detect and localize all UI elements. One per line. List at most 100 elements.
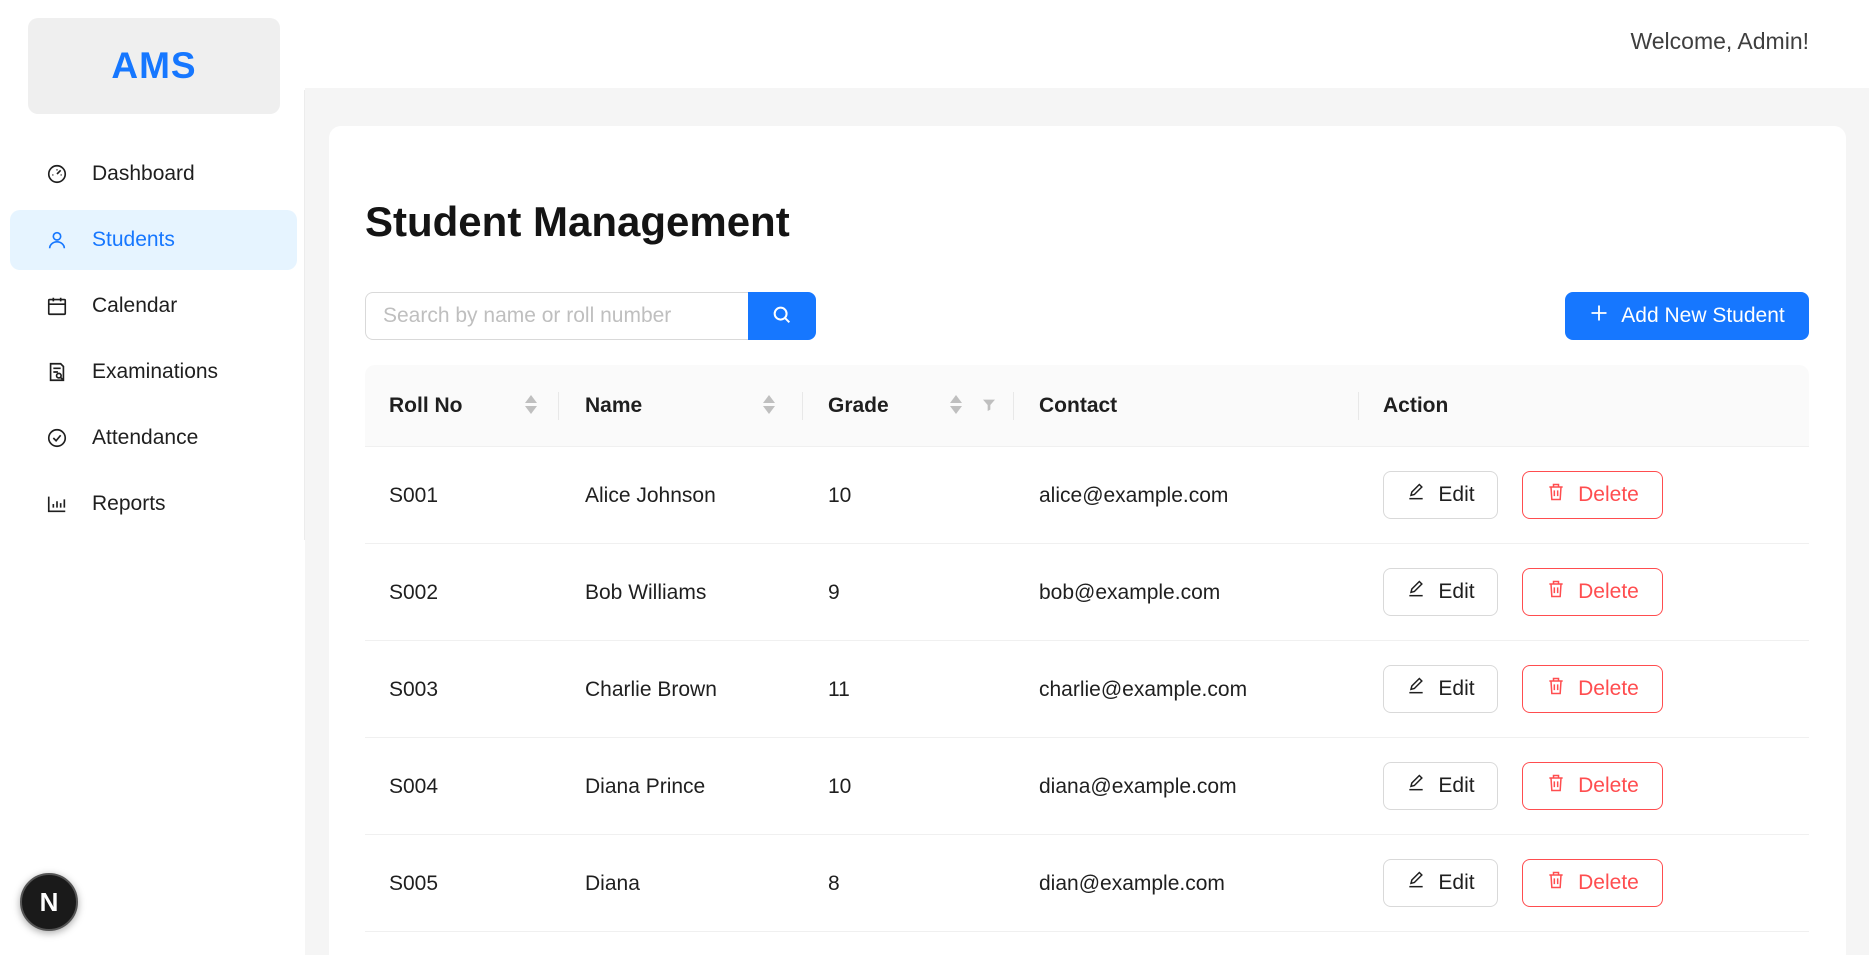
cell-contact: diana@example.com xyxy=(1039,774,1237,798)
sidebar-item-label: Reports xyxy=(92,492,166,515)
table-body: S001 Alice Johnson 10 alice@example.com … xyxy=(365,447,1809,932)
edit-label: Edit xyxy=(1438,871,1475,894)
table-header: Roll No Name Grade Contact Action xyxy=(365,365,1809,447)
cell-name: Diana Prince xyxy=(585,774,706,798)
cell-name: Diana xyxy=(585,871,640,895)
sort-roll-no-icon[interactable] xyxy=(525,395,537,414)
cell-roll-no: S003 xyxy=(389,677,439,701)
edit-pencil-icon xyxy=(1406,870,1426,896)
search-bar xyxy=(365,292,816,340)
sidebar-item-attendance[interactable]: Attendance xyxy=(10,408,297,468)
column-header-grade[interactable]: Grade xyxy=(828,365,889,447)
delete-label: Delete xyxy=(1578,677,1639,700)
search-input[interactable] xyxy=(365,292,748,340)
sidebar-item-label: Attendance xyxy=(92,426,199,449)
cell-roll-no: S001 xyxy=(389,483,439,507)
delete-label: Delete xyxy=(1578,580,1639,603)
column-header-label: Grade xyxy=(828,394,889,417)
cell-grade: 10 xyxy=(828,483,852,507)
delete-label: Delete xyxy=(1578,774,1639,797)
table-row: S002 Bob Williams 9 bob@example.com Edit… xyxy=(365,544,1809,641)
trash-icon xyxy=(1546,773,1566,799)
search-button[interactable] xyxy=(748,292,816,340)
plus-icon xyxy=(1589,303,1609,329)
column-separator xyxy=(558,392,559,420)
column-header-action: Action xyxy=(1383,365,1448,447)
sidebar-item-reports[interactable]: Reports xyxy=(10,474,297,534)
edit-pencil-icon xyxy=(1406,579,1426,605)
sidebar-item-calendar[interactable]: Calendar xyxy=(10,276,297,336)
delete-button[interactable]: Delete xyxy=(1522,665,1663,713)
cell-contact: alice@example.com xyxy=(1039,483,1229,507)
delete-button[interactable]: Delete xyxy=(1522,859,1663,907)
cell-roll-no: S002 xyxy=(389,580,439,604)
sidebar-item-label: Dashboard xyxy=(92,162,195,185)
delete-button[interactable]: Delete xyxy=(1522,471,1663,519)
table-row: S005 Diana 8 dian@example.com Edit Delet… xyxy=(365,835,1809,932)
trash-icon xyxy=(1546,482,1566,508)
filter-icon[interactable] xyxy=(981,397,997,418)
n-badge-label: N xyxy=(39,886,59,917)
trash-icon xyxy=(1546,870,1566,896)
edit-pencil-icon xyxy=(1406,482,1426,508)
edit-label: Edit xyxy=(1438,774,1475,797)
column-header-label: Contact xyxy=(1039,394,1118,417)
sidebar-item-label: Students xyxy=(92,228,175,251)
cell-name: Bob Williams xyxy=(585,580,707,604)
edit-pencil-icon xyxy=(1406,773,1426,799)
edit-button[interactable]: Edit xyxy=(1383,471,1498,519)
sort-grade-icon[interactable] xyxy=(950,395,962,414)
cell-roll-no: S005 xyxy=(389,871,439,895)
column-header-name[interactable]: Name xyxy=(585,365,642,447)
column-separator xyxy=(802,392,803,420)
sidebar: AMS Dashboard Students Calendar Examinat… xyxy=(0,0,305,955)
user-icon xyxy=(46,229,68,251)
sidebar-item-label: Examinations xyxy=(92,360,219,383)
delete-label: Delete xyxy=(1578,483,1639,506)
column-header-roll-no[interactable]: Roll No xyxy=(389,365,463,447)
file-search-icon xyxy=(46,361,68,383)
edit-label: Edit xyxy=(1438,483,1475,506)
welcome-text: Welcome, Admin! xyxy=(1630,28,1809,54)
column-header-label: Name xyxy=(585,394,643,417)
delete-button[interactable]: Delete xyxy=(1522,762,1663,810)
column-header-label: Action xyxy=(1383,394,1449,417)
table-row: S003 Charlie Brown 11 charlie@example.co… xyxy=(365,641,1809,738)
cell-grade: 8 xyxy=(828,871,840,895)
edit-button[interactable]: Edit xyxy=(1383,665,1498,713)
sidebar-item-students[interactable]: Students xyxy=(10,210,297,270)
edit-button[interactable]: Edit xyxy=(1383,762,1498,810)
search-icon xyxy=(771,304,793,329)
sidebar-item-label: Calendar xyxy=(92,294,178,317)
cell-name: Alice Johnson xyxy=(585,483,716,507)
cell-grade: 11 xyxy=(828,677,850,701)
sidebar-item-dashboard[interactable]: Dashboard xyxy=(10,144,297,204)
delete-button[interactable]: Delete xyxy=(1522,568,1663,616)
column-separator xyxy=(1358,392,1359,420)
edit-button[interactable]: Edit xyxy=(1383,859,1498,907)
cell-name: Charlie Brown xyxy=(585,677,717,701)
n-badge-button[interactable]: N xyxy=(20,873,78,931)
edit-label: Edit xyxy=(1438,677,1475,700)
edit-button[interactable]: Edit xyxy=(1383,568,1498,616)
trash-icon xyxy=(1546,579,1566,605)
logo[interactable]: AMS xyxy=(28,18,280,114)
table-row: S004 Diana Prince 10 diana@example.com E… xyxy=(365,738,1809,835)
cell-roll-no: S004 xyxy=(389,774,439,798)
cell-contact: dian@example.com xyxy=(1039,871,1225,895)
sidebar-item-examinations[interactable]: Examinations xyxy=(10,342,297,402)
sidebar-nav: Dashboard Students Calendar Examinations… xyxy=(10,144,297,540)
bar-chart-icon xyxy=(46,493,68,515)
column-separator xyxy=(1013,392,1014,420)
students-table: Roll No Name Grade Contact Action S001 A… xyxy=(365,365,1809,932)
add-new-student-label: Add New Student xyxy=(1621,304,1785,327)
delete-label: Delete xyxy=(1578,871,1639,894)
dashboard-gauge-icon xyxy=(46,163,68,185)
cell-contact: charlie@example.com xyxy=(1039,677,1248,701)
cell-grade: 9 xyxy=(828,580,840,604)
cell-grade: 10 xyxy=(828,774,852,798)
add-new-student-button[interactable]: Add New Student xyxy=(1565,292,1809,340)
calendar-icon xyxy=(46,295,68,317)
sort-name-icon[interactable] xyxy=(763,395,775,414)
logo-text: AMS xyxy=(111,45,197,86)
